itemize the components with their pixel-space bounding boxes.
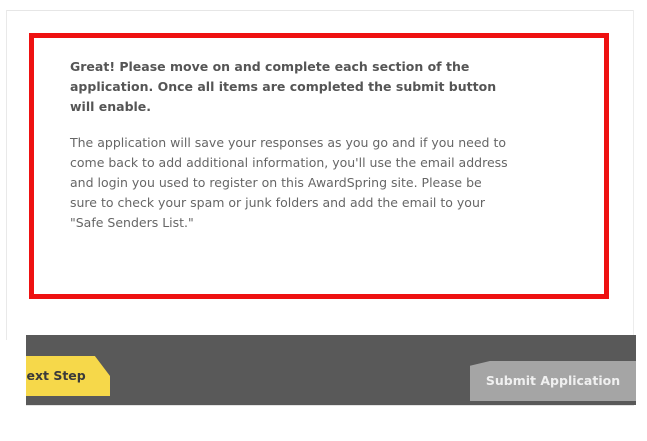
submit-application-label: Submit Application [485,373,621,388]
submit-application-button[interactable]: Submit Application [470,361,636,401]
instructions-message: Great! Please move on and complete each … [70,57,510,233]
next-step-button[interactable]: Next Step [26,356,110,396]
message-headline: Great! Please move on and complete each … [70,59,497,114]
card-left-border [6,10,7,340]
card-bottom-border [26,405,634,406]
card-top-border [6,10,634,11]
card-right-border [633,10,634,340]
message-body: The application will save your responses… [70,135,508,230]
next-step-label: Next Step [26,368,86,383]
application-page: Great! Please move on and complete each … [0,0,647,441]
